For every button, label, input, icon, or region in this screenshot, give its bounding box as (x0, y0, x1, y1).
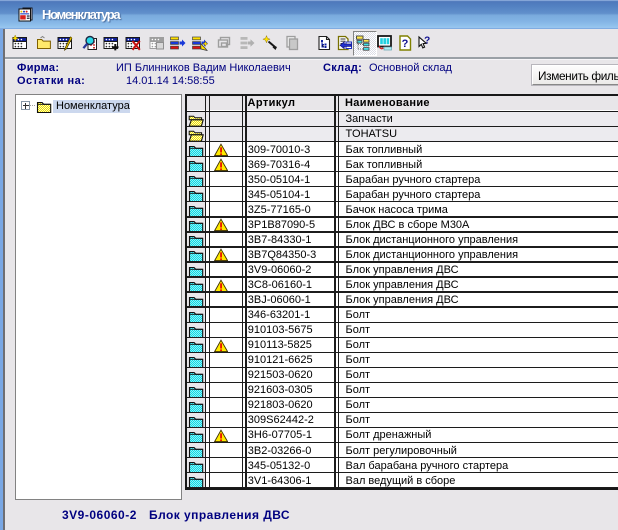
svg-text:?: ? (424, 36, 430, 47)
svg-text:?: ? (402, 38, 409, 50)
